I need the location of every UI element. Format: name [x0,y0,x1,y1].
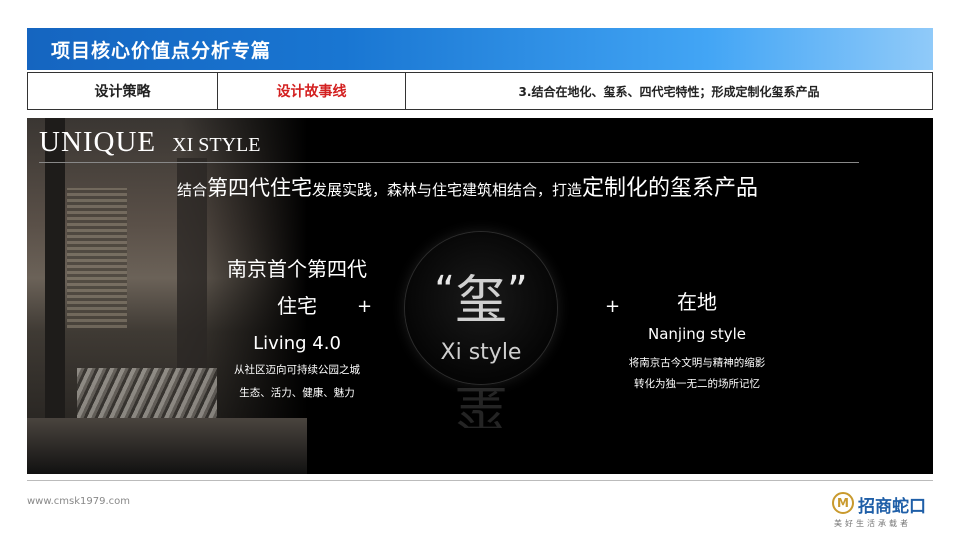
tab-design-strategy[interactable]: 设计策略 [28,73,218,109]
footer-divider [27,480,933,481]
footer-url[interactable]: www.cmsk1979.com [27,496,130,507]
living-subtitle: Living 4.0 [253,333,341,354]
title-divider [39,162,859,163]
logo-name: 招商蛇口 [858,497,926,517]
xi-style-label: Xi style [440,340,522,365]
living-title-line1: 南京首个第四代 [227,257,367,281]
tab-description: 3.结合在地化、玺系、四代宅特性；形成定制化玺系产品 [518,84,820,99]
unique-title-big: UNIQUE [39,126,157,158]
quote-open: “ [434,268,455,314]
quote-close: ” [507,268,528,314]
logo-slogan: 美好生活承载者 [834,519,911,528]
unique-title: UNIQUE XI STYLE [39,126,260,159]
photo-window [67,188,127,328]
header-bar: 项目核心价值点分析专篇 [27,28,933,70]
xi-reflection: 玺 [454,388,507,428]
headline-emphasis: 第四代住宅 [207,176,313,200]
unique-title-small: XI STYLE [172,134,261,156]
headline-part: 发展实践，森林与住宅建筑相结合，打造 [312,181,583,199]
plus-sign: + [605,296,621,317]
local-title: 在地 [677,290,717,314]
company-logo: M 招商蛇口 美好生活承载者 [832,490,936,532]
headline: 结合第四代住宅发展实践，森林与住宅建筑相结合，打造定制化的玺系产品 [177,170,758,202]
hero-panel: UNIQUE XI STYLE 结合第四代住宅发展实践，森林与住宅建筑相结合，打造… [27,118,933,474]
plus-sign: + [357,296,373,317]
tab-design-storyline[interactable]: 设计故事线 [218,73,406,109]
living-desc-line1: 从社区迈向可持续公园之城 [234,364,360,376]
headline-emphasis: 定制化的玺系产品 [582,176,759,201]
section-tabs: 设计策略 设计故事线 3.结合在地化、玺系、四代宅特性；形成定制化玺系产品 [27,72,933,110]
local-desc-line2: 转化为独一无二的场所记忆 [634,378,760,390]
page-title: 项目核心价值点分析专篇 [51,40,272,62]
xi-circle: “玺” Xi style [405,232,557,384]
photo-floor [27,418,307,474]
living-block: 南京首个第四代 住宅 Living 4.0 从社区迈向可持续公园之城 生态、活力… [197,253,397,400]
local-block: 在地 Nanjing style 将南京古今文明与精神的缩影 转化为独一无二的场… [627,286,767,391]
xi-glyph: 玺 [454,271,507,331]
local-subtitle: Nanjing style [647,325,747,343]
living-desc-line2: 生态、活力、健康、魅力 [239,387,355,399]
local-desc-line1: 将南京古今文明与精神的缩影 [628,357,766,369]
headline-part: 结合 [177,181,208,199]
logo-mark-icon: M [832,492,854,514]
xi-character: “玺” [405,258,557,333]
